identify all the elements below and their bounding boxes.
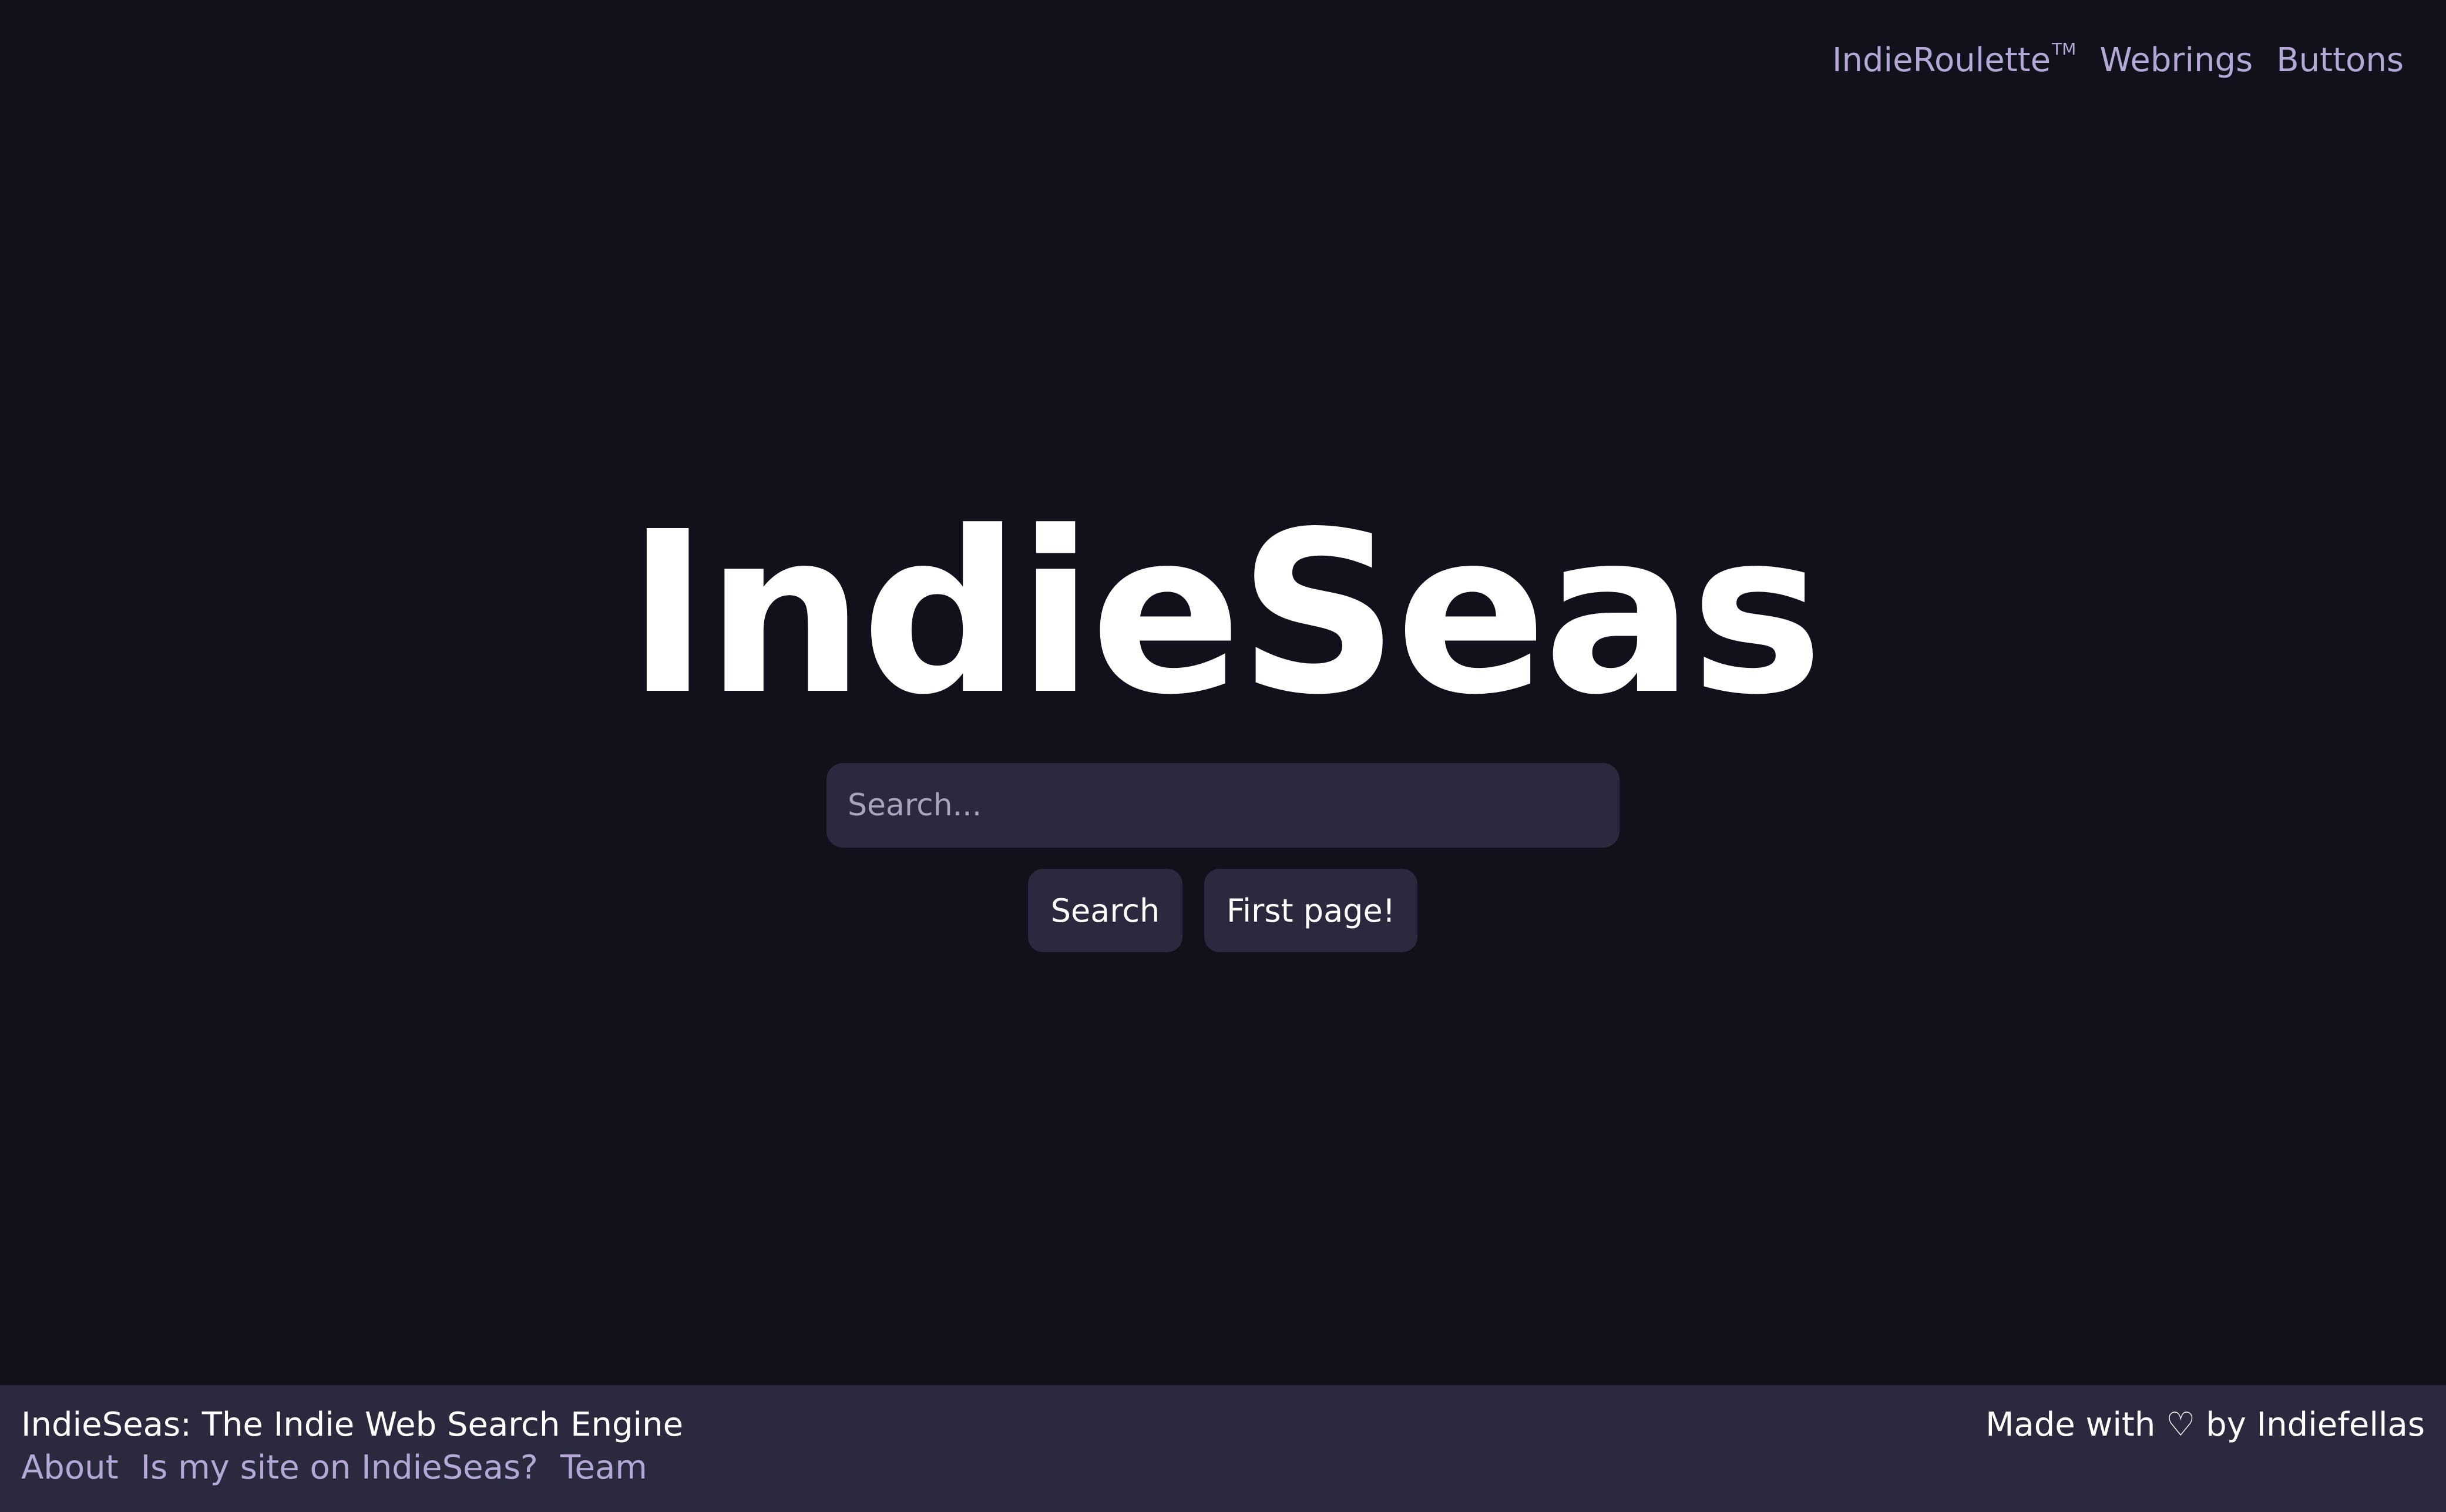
nav-indieroulette-label: IndieRoulette	[1832, 41, 2051, 79]
nav-webrings-link[interactable]: Webrings	[2099, 41, 2253, 79]
top-nav: IndieRouletteTM Webrings Buttons	[1832, 39, 2404, 79]
first-page-button[interactable]: First page!	[1204, 869, 1417, 952]
footer-made-with: Made with ♡ by Indiefellas	[1985, 1406, 2425, 1444]
footer: IndieSeas: The Indie Web Search Engine A…	[0, 1385, 2446, 1512]
page: IndieRouletteTM Webrings Buttons IndieSe…	[0, 0, 2446, 1512]
footer-site-check-link[interactable]: Is my site on IndieSeas?	[141, 1449, 538, 1487]
search-button[interactable]: Search	[1028, 869, 1182, 952]
search-input[interactable]	[826, 763, 1620, 848]
nav-indieroulette-link[interactable]: IndieRouletteTM	[1832, 39, 2077, 79]
footer-links: About Is my site on IndieSeas? Team	[21, 1449, 647, 1487]
trademark-mark: TM	[2052, 39, 2077, 59]
footer-team-link[interactable]: Team	[560, 1449, 647, 1487]
footer-title: IndieSeas: The Indie Web Search Engine	[21, 1406, 684, 1444]
footer-about-link[interactable]: About	[21, 1449, 119, 1487]
nav-buttons-link[interactable]: Buttons	[2276, 41, 2404, 79]
site-logo: IndieSeas	[626, 483, 1823, 744]
